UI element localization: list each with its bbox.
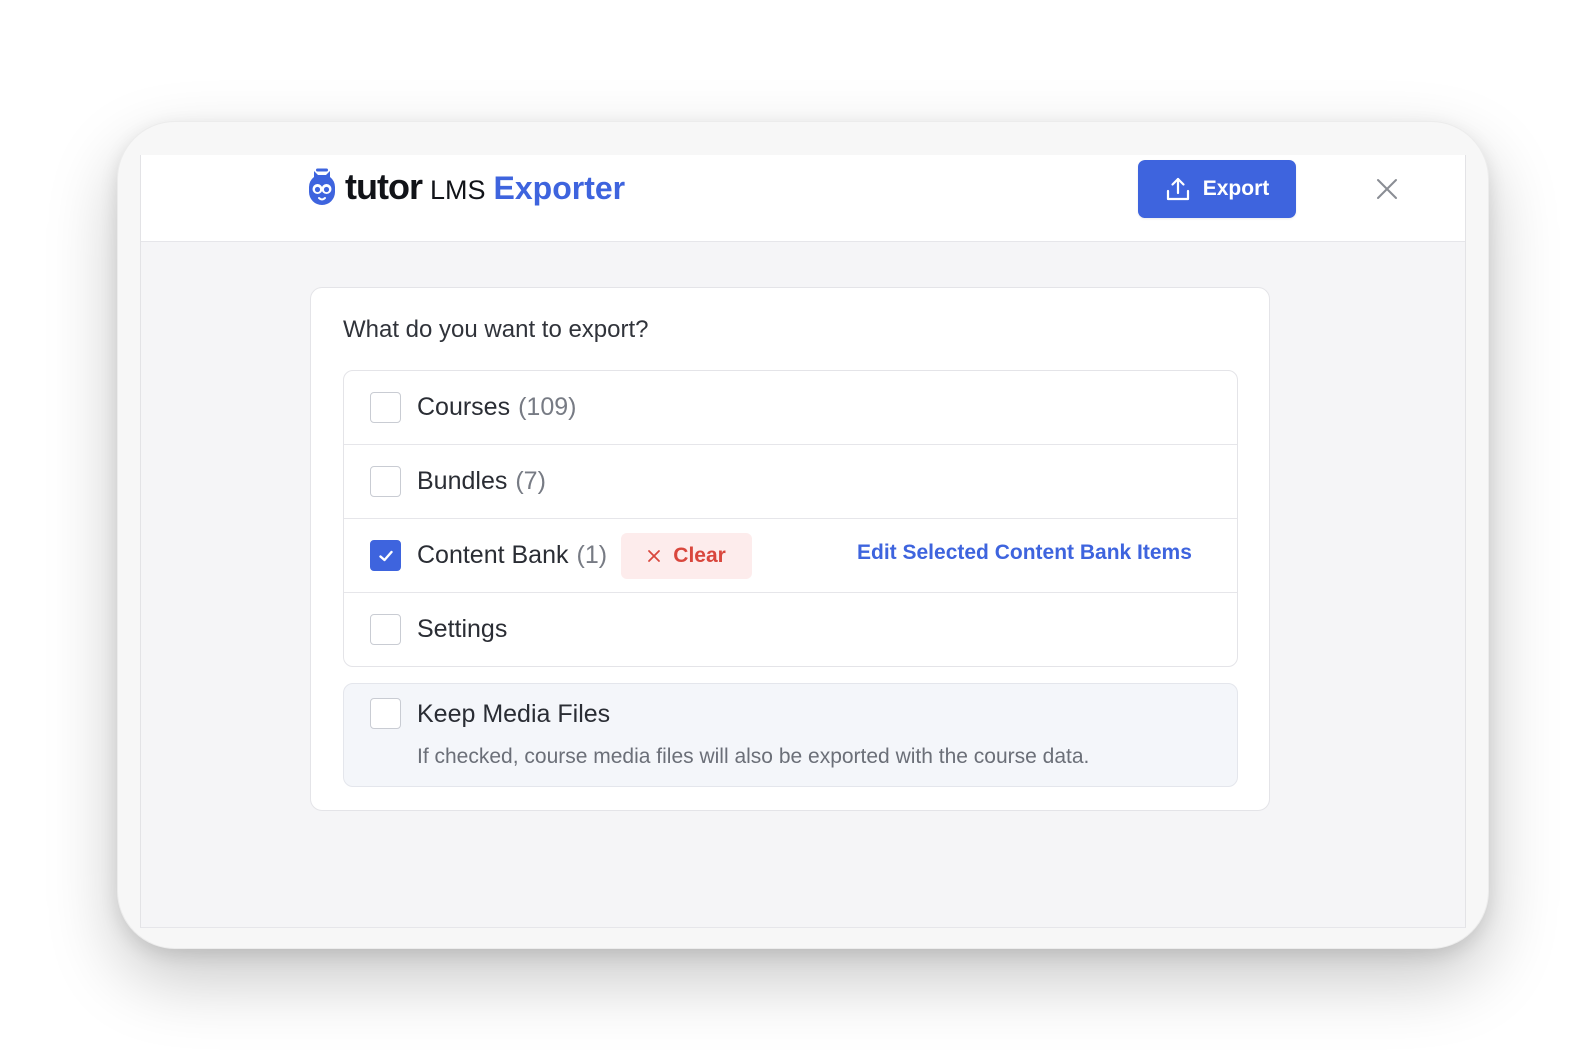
clear-label: Clear [673, 543, 726, 567]
export-button-label: Export [1202, 177, 1270, 200]
logo-lms-text: LMS [429, 174, 486, 205]
logo-wordmark: tutor [345, 166, 423, 207]
keep-media-label: Keep Media Files [417, 700, 611, 728]
option-count: (1) [576, 541, 608, 569]
close-icon [1377, 179, 1397, 199]
tutor-owl-icon [309, 168, 335, 205]
clear-selection-button[interactable]: Clear [621, 532, 753, 579]
keep-media-files-option[interactable]: Keep Media Files If checked, course medi… [343, 683, 1238, 787]
option-courses[interactable]: Courses (109) [344, 371, 1237, 445]
option-settings[interactable]: Settings [344, 593, 1237, 666]
exporter-modal: tutor LMS Exporter Export What do you wa… [140, 155, 1466, 928]
courses-checkbox[interactable] [370, 392, 401, 423]
logo-product-name: Exporter [493, 169, 626, 206]
option-label: Courses [417, 393, 511, 421]
settings-checkbox[interactable] [370, 614, 401, 645]
option-count: (7) [515, 467, 546, 495]
export-question: What do you want to export? [343, 316, 649, 343]
keep-media-description: If checked, course media files will also… [417, 745, 1090, 768]
checkmark-icon [378, 550, 393, 561]
option-label: Settings [417, 615, 508, 643]
bundles-checkbox[interactable] [370, 466, 401, 497]
content-bank-checkbox[interactable] [370, 540, 401, 571]
upload-icon [1166, 177, 1189, 201]
edit-content-bank-link[interactable]: Edit Selected Content Bank Items [857, 541, 1192, 565]
export-options-card: What do you want to export? Courses (109… [310, 287, 1270, 811]
tutor-lms-logo: tutor LMS Exporter [307, 165, 625, 209]
option-label: Content Bank [417, 541, 569, 569]
export-button[interactable]: Export [1138, 160, 1296, 218]
option-content-bank[interactable]: Content Bank (1) Clear Edit Selected Con… [344, 519, 1237, 593]
close-icon [648, 549, 661, 562]
export-options-list: Courses (109) Bundles (7) Content Bank (… [343, 370, 1238, 667]
modal-header: tutor LMS Exporter Export [141, 155, 1465, 242]
option-bundles[interactable]: Bundles (7) [344, 445, 1237, 519]
keep-media-checkbox[interactable] [370, 698, 401, 729]
close-button[interactable] [1371, 173, 1403, 205]
option-count: (109) [518, 393, 577, 421]
option-label: Bundles [417, 467, 508, 495]
